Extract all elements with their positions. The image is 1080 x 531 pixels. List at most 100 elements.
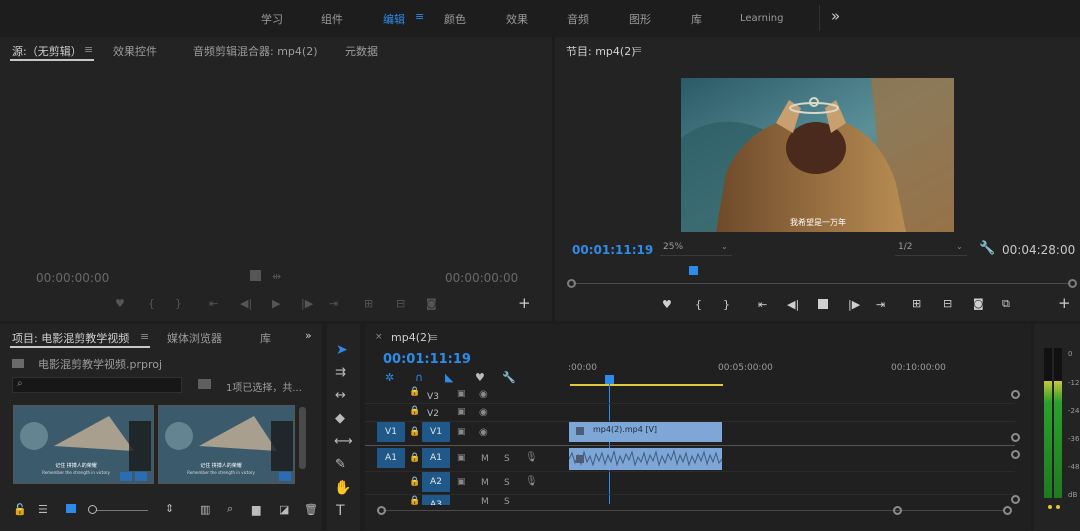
- extract-icon[interactable]: ⊟: [943, 298, 952, 309]
- solo-button[interactable]: S: [504, 454, 510, 464]
- source-patch-a1[interactable]: A1: [377, 448, 405, 468]
- mark-in-icon[interactable]: {: [695, 299, 702, 310]
- drag-video-icon[interactable]: [250, 270, 261, 281]
- selection-tool-icon[interactable]: ➤: [336, 343, 348, 357]
- zoom-dropdown[interactable]: 25% ⌄: [660, 242, 732, 256]
- find-icon[interactable]: ⌕: [227, 503, 233, 514]
- mic-icon[interactable]: 🎙: [525, 477, 538, 487]
- drag-audio-icon[interactable]: ⇹: [272, 271, 281, 282]
- new-search-bin-icon[interactable]: [198, 379, 211, 389]
- stop-icon[interactable]: [818, 299, 828, 309]
- program-scrub-bar[interactable]: [573, 283, 1071, 284]
- program-scrub-end-handle[interactable]: [1068, 279, 1077, 288]
- film-icon[interactable]: ▣: [457, 408, 466, 417]
- step-back-icon[interactable]: ◀|: [787, 299, 799, 310]
- tab-project[interactable]: 项目: 电影混剪教学视频: [12, 330, 129, 346]
- lock-icon[interactable]: 🔒: [409, 454, 420, 463]
- panel-overflow-icon[interactable]: »: [305, 330, 312, 341]
- tab-libraries[interactable]: 库: [260, 330, 271, 346]
- panel-menu-icon[interactable]: ≡: [633, 44, 642, 55]
- marker-icon[interactable]: ♥: [662, 299, 672, 310]
- vertical-scroll-handle[interactable]: [1011, 495, 1020, 504]
- vertical-scroll-handle[interactable]: [1011, 390, 1020, 399]
- mic-icon[interactable]: 🎙: [525, 453, 538, 463]
- media-thumbnail[interactable]: 记住 拼搏人的荣耀 Remember the strength in victo…: [158, 405, 295, 484]
- horizontal-scroll-handle[interactable]: [377, 506, 386, 515]
- horizontal-scroll-handle[interactable]: [893, 506, 902, 515]
- track-target-v1[interactable]: V1: [422, 422, 450, 442]
- step-forward-icon[interactable]: |▶: [301, 298, 313, 309]
- workspace-tab-learning[interactable]: Learning: [740, 13, 783, 24]
- tab-metadata[interactable]: 元数据: [345, 43, 378, 59]
- new-bin-icon[interactable]: ▆: [252, 504, 260, 515]
- solo-button[interactable]: S: [504, 497, 510, 505]
- source-patch-v1[interactable]: V1: [377, 422, 405, 442]
- compare-view-icon[interactable]: ⧉: [1002, 298, 1010, 309]
- track-select-tool-icon[interactable]: ⇉: [335, 366, 346, 379]
- snap-icon[interactable]: ✲: [385, 372, 394, 383]
- program-playhead[interactable]: [688, 266, 698, 275]
- trash-icon[interactable]: 🗑: [304, 504, 318, 515]
- go-to-in-icon[interactable]: ⇤: [758, 299, 767, 310]
- track-target-a1[interactable]: A1: [422, 448, 450, 468]
- workspace-tab-libraries[interactable]: 库: [691, 11, 702, 27]
- sort-icon[interactable]: ⇕: [165, 503, 174, 514]
- panel-menu-icon[interactable]: ≡: [84, 44, 93, 55]
- wrench-icon[interactable]: 🔧: [502, 372, 516, 383]
- workspace-tab-assembly[interactable]: 组件: [321, 11, 343, 27]
- video-clip[interactable]: mp4(2).mp4 [V]: [569, 422, 722, 442]
- step-back-icon[interactable]: ◀|: [240, 298, 252, 309]
- step-forward-icon[interactable]: |▶: [848, 299, 860, 310]
- workspace-tab-effects[interactable]: 效果: [506, 11, 528, 27]
- workspace-tab-editing[interactable]: 编辑: [383, 11, 405, 27]
- insert-icon[interactable]: ⊞: [364, 298, 373, 309]
- razor-tool-icon[interactable]: ◆: [335, 412, 345, 425]
- mute-button[interactable]: M: [481, 478, 489, 488]
- mark-in-icon[interactable]: {: [148, 298, 155, 309]
- slip-tool-icon[interactable]: ⟷: [334, 435, 353, 448]
- go-to-in-icon[interactable]: ⇤: [209, 298, 218, 309]
- automate-icon[interactable]: ▥: [200, 504, 210, 515]
- lock-icon[interactable]: 🔒: [409, 388, 420, 397]
- vertical-scroll-handle[interactable]: [1011, 433, 1020, 442]
- media-thumbnail[interactable]: 记住 拼搏人的荣耀 Remember the strength in victo…: [13, 405, 154, 484]
- marker-icon[interactable]: ♥: [115, 298, 125, 309]
- workspace-menu-icon[interactable]: ≡: [415, 11, 424, 22]
- add-button-icon[interactable]: +: [518, 296, 531, 311]
- go-to-out-icon[interactable]: ⇥: [329, 298, 338, 309]
- panel-menu-icon[interactable]: ≡: [140, 331, 149, 342]
- horizontal-scroll-handle[interactable]: [1003, 506, 1012, 515]
- lock-icon[interactable]: 🔒: [409, 497, 420, 506]
- vertical-scroll-handle[interactable]: [1011, 450, 1020, 459]
- mark-out-icon[interactable]: }: [175, 298, 182, 309]
- eye-icon[interactable]: ◉: [479, 390, 488, 400]
- tab-effect-controls[interactable]: 效果控件: [113, 43, 157, 59]
- new-item-icon[interactable]: ◪: [279, 504, 289, 515]
- timeline-tab[interactable]: mp4(2): [391, 331, 431, 344]
- workspace-tab-learn[interactable]: 学习: [261, 11, 283, 27]
- overwrite-icon[interactable]: ⊟: [396, 298, 405, 309]
- ripple-edit-tool-icon[interactable]: ↔: [335, 389, 346, 402]
- sync-lock-icon[interactable]: ▣: [457, 478, 466, 487]
- program-timecode[interactable]: 00:01:11:19: [572, 243, 653, 257]
- project-search-input[interactable]: ⌕: [12, 377, 182, 393]
- sync-lock-icon[interactable]: ▣: [457, 454, 466, 463]
- workspace-tab-audio[interactable]: 音频: [567, 11, 589, 27]
- film-icon[interactable]: ▣: [457, 428, 466, 437]
- workspace-tab-color[interactable]: 颜色: [444, 11, 466, 27]
- lock-icon[interactable]: 🔒: [409, 428, 420, 437]
- type-tool-icon[interactable]: T: [336, 504, 345, 518]
- solo-button[interactable]: S: [504, 478, 510, 488]
- export-frame-icon[interactable]: ◙: [426, 298, 437, 309]
- add-marker-icon[interactable]: ◣: [445, 372, 453, 383]
- zoom-slider-handle[interactable]: [88, 505, 97, 514]
- mute-button[interactable]: M: [481, 454, 489, 464]
- lock-icon[interactable]: 🔓: [13, 504, 27, 515]
- timeline-timecode[interactable]: 00:01:11:19: [383, 352, 471, 367]
- film-icon[interactable]: ▣: [457, 390, 466, 399]
- close-tab-icon[interactable]: ×: [375, 333, 383, 342]
- play-icon[interactable]: ▶: [272, 298, 280, 309]
- audio-clip[interactable]: [569, 448, 722, 470]
- eye-icon[interactable]: ◉: [479, 428, 488, 438]
- tab-media-browser[interactable]: 媒体浏览器: [167, 330, 222, 346]
